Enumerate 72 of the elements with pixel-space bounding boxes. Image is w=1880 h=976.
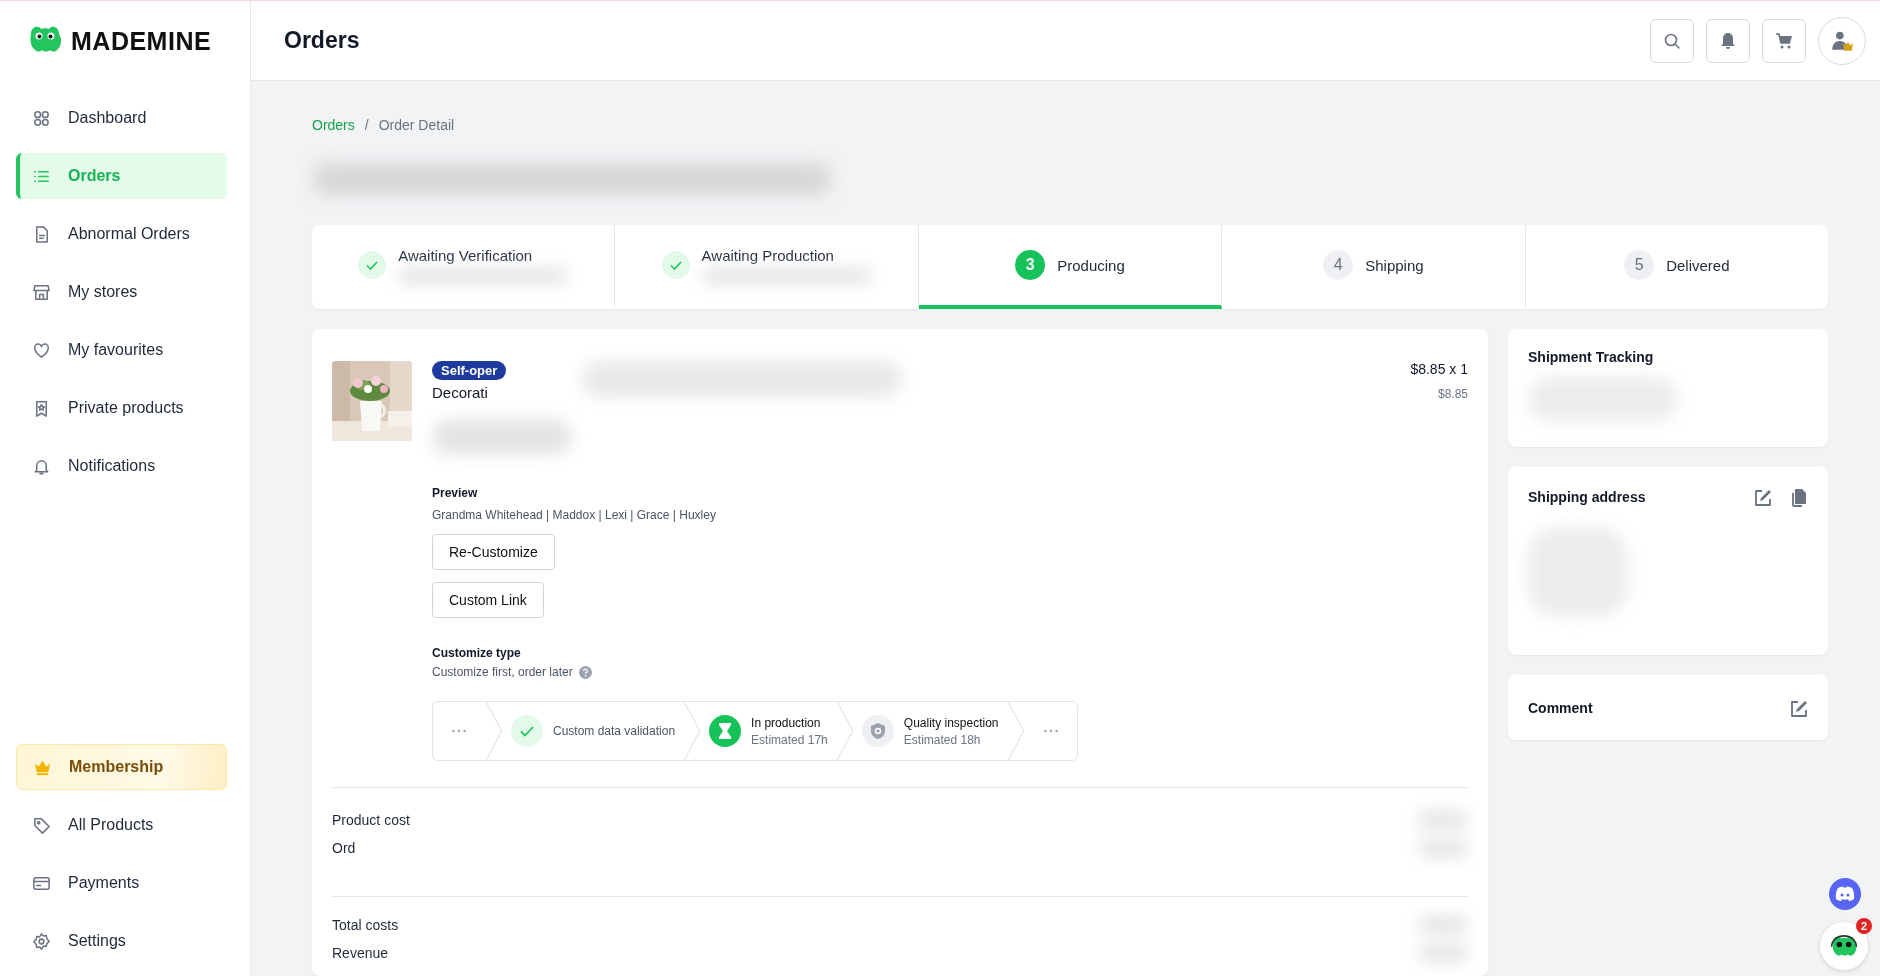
step-label: Delivered — [1666, 256, 1730, 274]
card-title: Shipment Tracking — [1528, 349, 1654, 365]
hourglass-icon — [709, 715, 742, 747]
product-title: Decorati — [432, 384, 488, 401]
step-tab[interactable]: 4 Shipping — [1222, 225, 1526, 309]
step-label: Shipping — [1365, 256, 1424, 274]
card-title: Shipping address — [1528, 489, 1646, 505]
stage-label: In production — [751, 715, 822, 730]
discord-button[interactable] — [1829, 878, 1861, 910]
heart-icon — [32, 340, 51, 360]
cost-label: Ord — [332, 840, 356, 856]
cost-label: Product cost — [332, 812, 410, 828]
step-tab[interactable]: 3 Producing — [918, 225, 1223, 309]
nav-item[interactable]: Notifications — [16, 443, 227, 489]
nav-item[interactable]: Abnormal Orders — [16, 211, 227, 257]
stage-estimate: Estimated 18h — [903, 732, 982, 747]
step-label: Awaiting Verification — [398, 246, 534, 264]
nav-item[interactable]: Membership — [16, 744, 227, 790]
step-tab[interactable]: Awaiting Production — [615, 225, 919, 309]
shield-icon — [861, 715, 894, 747]
discord-icon — [1835, 886, 1855, 902]
section-label: Customize type — [432, 646, 521, 660]
nav-item[interactable]: All Products — [16, 802, 227, 848]
action-button[interactable]: Custom Link — [432, 582, 544, 618]
stage-label: Quality inspection — [903, 715, 999, 730]
subtotal: $8.85 — [1437, 387, 1468, 401]
stage-estimate: Estimated 17h — [751, 732, 828, 747]
avatar-button[interactable] — [1818, 16, 1866, 65]
tag-icon — [32, 815, 51, 835]
badge: Self-oper — [432, 361, 507, 380]
customize-type: Customize first, order later — [432, 665, 573, 679]
card-title: Comment — [1528, 699, 1593, 716]
section-label: Preview — [432, 486, 478, 500]
action-button[interactable]: Re-Customize — [432, 534, 555, 570]
settings-icon — [32, 931, 51, 951]
cost-label: Total costs — [332, 917, 399, 933]
unit-price: $8.85 x 1 — [1410, 361, 1468, 377]
cart-button[interactable] — [1762, 18, 1806, 63]
preview-text: Grandma Whitehead | Maddox | Lexi | Grace | Huxley — [432, 508, 716, 522]
stage-label: Custom data validation — [553, 724, 676, 738]
step-tab[interactable]: Awaiting Verification — [312, 225, 616, 309]
page-title: Orders — [284, 27, 360, 54]
step-tab[interactable]: 5 Delivered — [1525, 225, 1828, 309]
step-label: Awaiting Production — [701, 246, 835, 264]
search-button[interactable] — [1650, 18, 1694, 63]
check-circle-icon — [358, 251, 387, 279]
mascot-icon — [1830, 934, 1858, 958]
help-icon[interactable] — [578, 665, 592, 679]
more-icon[interactable] — [451, 729, 467, 733]
breadcrumb-current: Order Detail — [378, 117, 455, 133]
brand-name: MADEMINE — [71, 26, 212, 56]
step-number: 5 — [1624, 250, 1655, 280]
breadcrumb-separator: / — [364, 117, 369, 133]
nav-item[interactable]: My stores — [16, 269, 227, 315]
cost-label: Revenue — [332, 945, 389, 961]
more-icon[interactable] — [1042, 729, 1059, 733]
step-label: Producing — [1057, 256, 1125, 274]
grid-icon — [32, 108, 51, 128]
check-circle-icon — [511, 715, 543, 747]
nav-item[interactable]: Payments — [16, 860, 227, 906]
nav-item[interactable]: Dashboard — [16, 95, 227, 141]
nav-item[interactable]: My favourites — [16, 327, 227, 373]
cart-icon — [1774, 30, 1794, 51]
nav-item[interactable]: Settings — [16, 918, 227, 964]
notifications-button[interactable] — [1706, 18, 1750, 63]
store-icon — [32, 282, 51, 302]
check-circle-icon — [661, 251, 690, 279]
step-number: 4 — [1323, 250, 1354, 280]
step-number: 3 — [1015, 250, 1046, 280]
count-badge: 2 — [1856, 918, 1872, 934]
nav-item[interactable]: Private products — [16, 385, 227, 431]
edit-icon[interactable] — [1752, 487, 1772, 507]
